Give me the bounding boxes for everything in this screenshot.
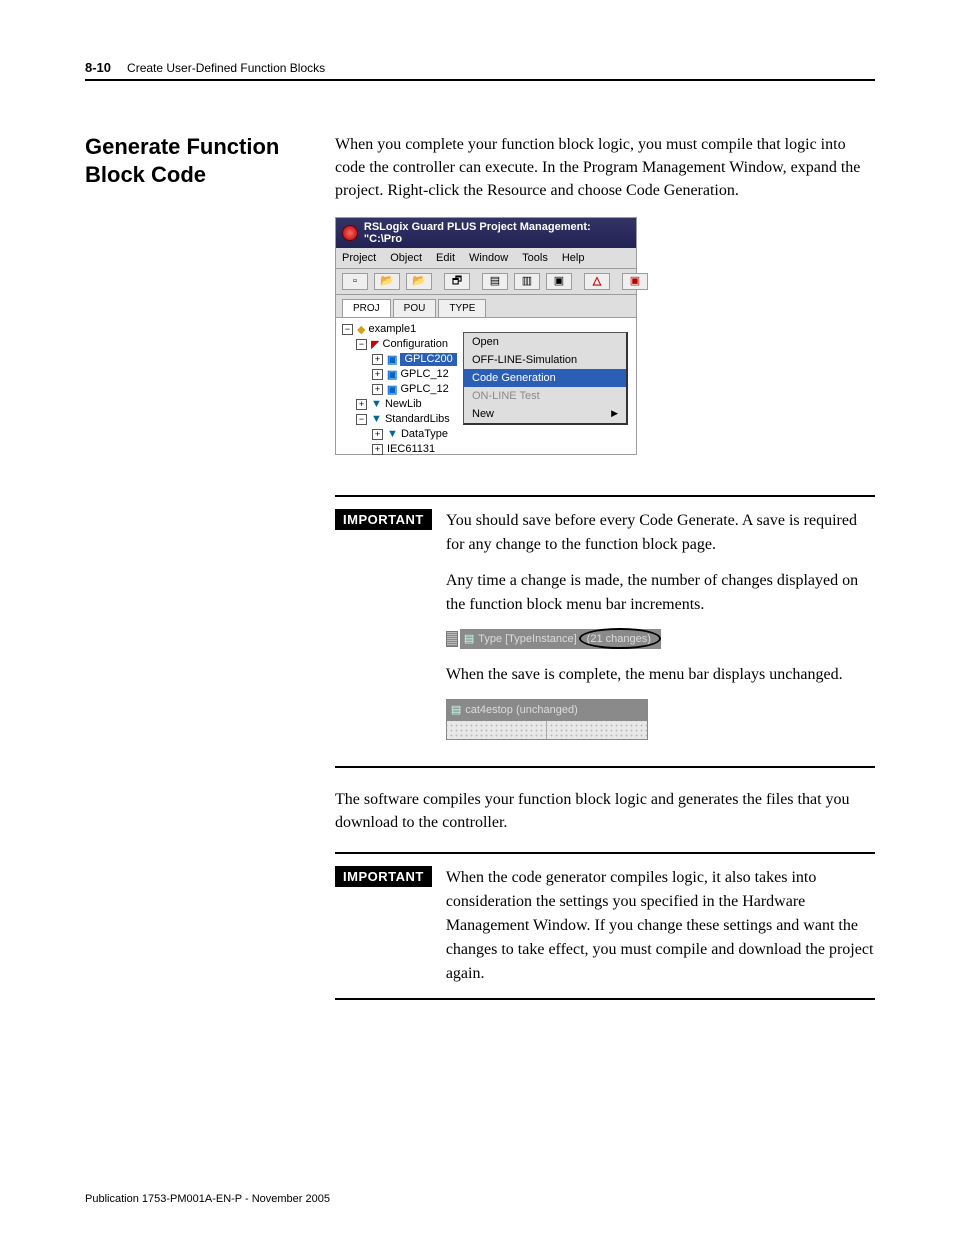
expand-icon[interactable]: −	[356, 414, 367, 425]
tab-proj[interactable]: PROJ	[342, 299, 391, 317]
important-block-2: IMPORTANT When the code generator compil…	[335, 852, 875, 1000]
download-icon[interactable]: ▣	[622, 273, 648, 290]
tree-iec[interactable]: IEC61131	[387, 443, 435, 455]
tree-view[interactable]: −◆ example1 −◤ Configuration +▣ GPLC200 …	[336, 317, 636, 454]
important1-p3: When the save is complete, the menu bar …	[446, 663, 875, 687]
doc-icon: ▤	[451, 702, 461, 719]
open-folder-icon[interactable]: 📂	[374, 273, 400, 290]
tree-gplc12b[interactable]: GPLC_12	[400, 383, 448, 395]
tile-v-icon[interactable]: ▥	[514, 273, 540, 290]
tab-pou[interactable]: POU	[393, 299, 437, 317]
tile-h-icon[interactable]: ▤	[482, 273, 508, 290]
tab-type[interactable]: TYPE	[438, 299, 486, 317]
important-block-1: IMPORTANT You should save before every C…	[335, 495, 875, 768]
callout-oval	[579, 628, 661, 650]
expand-icon[interactable]: +	[372, 369, 383, 380]
chapter-title: Create User-Defined Function Blocks	[127, 61, 325, 75]
important1-p2: Any time a change is made, the number of…	[446, 569, 875, 617]
tree-newlib[interactable]: NewLib	[385, 398, 422, 410]
context-new[interactable]: New	[464, 405, 626, 423]
tree-config[interactable]: Configuration	[383, 338, 448, 350]
menu-help[interactable]: Help	[562, 252, 585, 264]
unchanged-titlebar: ▤ cat4estop (unchanged)	[446, 699, 648, 740]
doc-icon: ▤	[464, 631, 474, 648]
important-badge: IMPORTANT	[335, 509, 432, 530]
warning-icon[interactable]: △	[584, 273, 610, 290]
expand-icon[interactable]: +	[372, 384, 383, 395]
context-code-generation[interactable]: Code Generation	[464, 369, 626, 387]
changes-bar-prefix: Type [TypeInstance]	[478, 631, 576, 648]
menu-tools[interactable]: Tools	[522, 252, 548, 264]
menu-bar[interactable]: Project Object Edit Window Tools Help	[336, 248, 636, 269]
publication-footer: Publication 1753-PM001A-EN-P - November …	[85, 1193, 330, 1205]
open-folder2-icon[interactable]: 📂	[406, 273, 432, 290]
expand-icon[interactable]: +	[372, 429, 383, 440]
tab-bar: PROJ POU TYPE	[336, 295, 636, 317]
project-management-window: RSLogix Guard PLUS Project Management: "…	[335, 217, 637, 455]
resource-icon: ▣	[387, 383, 397, 396]
important1-p1: You should save before every Code Genera…	[446, 509, 875, 557]
window-titlebar: RSLogix Guard PLUS Project Management: "…	[336, 218, 636, 248]
library-icon: ▼	[387, 428, 398, 440]
page-header: 8-10 Create User-Defined Function Blocks	[85, 60, 875, 81]
library-icon: ▼	[371, 413, 382, 425]
expand-icon[interactable]: +	[356, 399, 367, 410]
drag-handle-icon	[446, 631, 458, 647]
tree-gplc200-selected[interactable]: GPLC200	[400, 353, 456, 366]
mid-paragraph: The software compiles your function bloc…	[335, 788, 875, 834]
tree-stdlibs[interactable]: StandardLibs	[385, 413, 450, 425]
tree-root[interactable]: example1	[369, 323, 417, 335]
resource-icon: ▣	[387, 368, 397, 381]
window-title: RSLogix Guard PLUS Project Management: "…	[364, 221, 630, 245]
unchanged-text: cat4estop (unchanged)	[465, 702, 578, 719]
new-file-icon[interactable]: ▫	[342, 273, 368, 290]
context-offline-sim[interactable]: OFF-LINE-Simulation	[464, 351, 626, 369]
page-number: 8-10	[85, 60, 111, 75]
intro-paragraph: When you complete your function block lo…	[335, 133, 875, 203]
window-icon[interactable]: 🗗	[444, 273, 470, 290]
resource-icon: ▣	[387, 353, 397, 366]
app-icon	[342, 225, 358, 241]
context-open[interactable]: Open	[464, 333, 626, 351]
expand-icon[interactable]: +	[372, 444, 383, 455]
tree-gplc12a[interactable]: GPLC_12	[400, 368, 448, 380]
library-icon: ▼	[371, 398, 382, 410]
project-icon: ◆	[357, 323, 365, 336]
important2-text: When the code generator compiles logic, …	[446, 866, 875, 986]
tree-datatype[interactable]: DataType	[401, 428, 448, 440]
menu-edit[interactable]: Edit	[436, 252, 455, 264]
cascade-icon[interactable]: ▣	[546, 273, 572, 290]
changes-titlebar: ▤ Type [TypeInstance] (21 changes)	[446, 629, 696, 650]
section-heading: Generate Function Block Code	[85, 133, 315, 188]
menu-project[interactable]: Project	[342, 252, 376, 264]
context-menu[interactable]: Open OFF-LINE-Simulation Code Generation…	[463, 332, 628, 425]
menu-window[interactable]: Window	[469, 252, 508, 264]
expand-icon[interactable]: −	[356, 339, 367, 350]
config-icon: ◤	[371, 338, 379, 351]
context-online-test[interactable]: ON-LINE Test	[464, 387, 626, 405]
expand-icon[interactable]: −	[342, 324, 353, 335]
toolbar: ▫ 📂 📂 🗗 ▤ ▥ ▣ △ ▣	[336, 269, 636, 295]
menu-object[interactable]: Object	[390, 252, 422, 264]
expand-icon[interactable]: +	[372, 354, 383, 365]
important-badge: IMPORTANT	[335, 866, 432, 887]
